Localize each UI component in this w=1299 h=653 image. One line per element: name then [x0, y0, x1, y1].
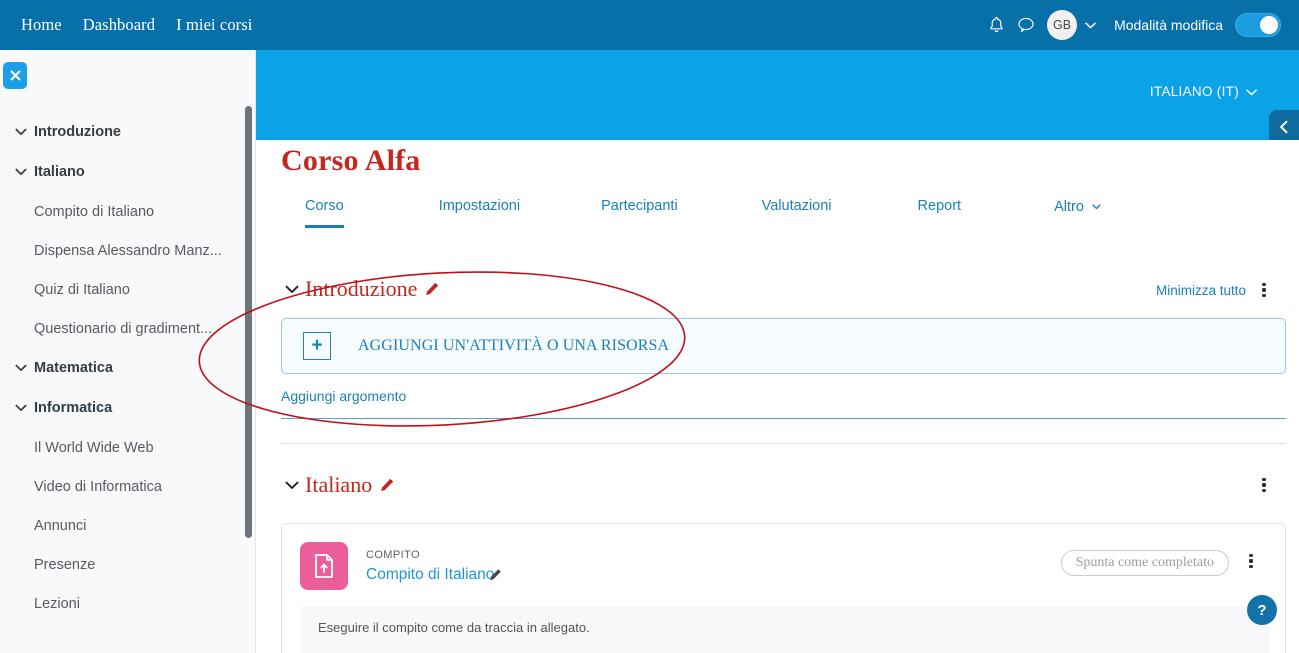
section-title-introduzione[interactable]: Introduzione [305, 276, 417, 302]
sidebar-scrollbar-thumb[interactable] [245, 106, 252, 538]
chevron-down-icon[interactable] [1085, 22, 1096, 29]
toggle-knob [1260, 16, 1278, 34]
close-icon[interactable] [3, 62, 27, 89]
mark-as-done-button[interactable]: Spunta come completato [1060, 550, 1229, 576]
kebab-dot [1249, 559, 1253, 563]
course-main-content: Corso Alfa Corso Impostazioni Partecipan… [256, 140, 1299, 653]
navbar-links: Home Dashboard I miei corsi [21, 15, 252, 35]
activity-type-label: COMPITO [366, 549, 420, 561]
tab-partecipanti[interactable]: Partecipanti [601, 198, 678, 228]
activity-description: Eseguire il compito come da traccia in a… [300, 606, 1269, 653]
language-label: ITALIANO (IT) [1149, 84, 1239, 99]
add-activity-label: AGGIUNGI UN'ATTIVITÀ O UNA RISORSA [358, 337, 670, 354]
course-banner: ITALIANO (IT) [256, 50, 1299, 148]
kebab-dot [1262, 282, 1266, 286]
sidebar-item-video-informatica[interactable]: Video di Informatica [0, 467, 255, 506]
tab-valutazioni[interactable]: Valutazioni [762, 198, 832, 228]
kebab-dot [1249, 553, 1253, 557]
add-topic-container: Aggiungi argomento [281, 388, 1286, 419]
tab-altro[interactable]: Altro [1054, 198, 1101, 229]
nav-link-my-courses[interactable]: I miei corsi [176, 15, 252, 35]
sidebar-section-label: Italiano [34, 164, 85, 180]
sidebar-section-label: Introduzione [34, 124, 121, 140]
sidebar-item-label: Compito di Italiano [34, 203, 155, 220]
activity-card-compito-di-italiano: COMPITO Compito di Italiano Spunta come … [281, 523, 1286, 653]
section-divider [281, 443, 1286, 444]
chevron-down-icon[interactable] [281, 481, 303, 490]
sidebar-item-lezioni[interactable]: Lezioni [0, 584, 255, 623]
course-tabs: Corso Impostazioni Partecipanti Valutazi… [281, 198, 1299, 240]
sidebar-item-annunci[interactable]: Annunci [0, 506, 255, 545]
kebab-dot [1262, 294, 1266, 298]
section-title-italiano[interactable]: Italiano [305, 472, 372, 498]
sidebar-item-dispensa-manzoni[interactable]: Dispensa Alessandro Manz... [0, 231, 255, 270]
sidebar-item-label: Lezioni [34, 595, 80, 612]
sidebar-section-matematica[interactable]: Matematica [0, 348, 255, 388]
activity-name-link[interactable]: Compito di Italiano [366, 566, 494, 584]
edit-mode-toggle[interactable] [1235, 13, 1281, 37]
nav-link-dashboard[interactable]: Dashboard [83, 15, 155, 35]
chevron-down-icon[interactable] [281, 285, 303, 294]
chevron-down-icon [1246, 84, 1257, 99]
kebab-dot [1262, 477, 1266, 481]
add-activity-or-resource-button[interactable]: + AGGIUNGI UN'ATTIVITÀ O UNA RISORSA [281, 318, 1286, 374]
minimize-all-link[interactable]: Minimizza tutto [1156, 283, 1246, 298]
sidebar-item-world-wide-web[interactable]: Il World Wide Web [0, 428, 255, 467]
chevron-down-icon [1092, 198, 1101, 214]
sidebar-item-presenze[interactable]: Presenze [0, 545, 255, 584]
chevron-down-icon [12, 128, 30, 136]
pencil-icon[interactable] [489, 568, 502, 586]
pencil-icon[interactable] [425, 282, 439, 296]
edit-mode-label: Modalità modifica [1114, 17, 1223, 33]
assignment-icon [300, 542, 348, 590]
tab-impostazioni[interactable]: Impostazioni [439, 198, 520, 228]
kebab-dot [1262, 288, 1266, 292]
bell-icon[interactable] [981, 10, 1011, 40]
section-header-italiano: Italiano [281, 472, 394, 498]
course-index-sidebar: Introduzione Italiano Compito di Italian… [0, 50, 256, 653]
sidebar-item-quiz-di-italiano[interactable]: Quiz di Italiano [0, 270, 255, 309]
language-selector[interactable]: ITALIANO (IT) [1150, 84, 1257, 99]
help-button[interactable]: ? [1247, 595, 1277, 625]
kebab-dot [1249, 565, 1253, 569]
chevron-left-icon [1278, 120, 1290, 139]
top-navbar: Home Dashboard I miei corsi GB Modalità … [0, 0, 1299, 50]
kebab-dot [1262, 489, 1266, 493]
avatar[interactable]: GB [1047, 10, 1078, 40]
sidebar-section-italiano[interactable]: Italiano [0, 152, 255, 192]
sidebar-item-questionario-gradimento[interactable]: Questionario di gradiment... [0, 309, 255, 348]
sidebar-section-introduzione[interactable]: Introduzione [0, 112, 255, 152]
sidebar-item-label: Annunci [34, 517, 87, 534]
sidebar-section-label: Matematica [34, 360, 113, 376]
tab-corso[interactable]: Corso [305, 198, 344, 228]
tab-report[interactable]: Report [918, 198, 962, 228]
chevron-down-icon [12, 404, 30, 412]
section-header-introduzione: Introduzione [281, 276, 439, 302]
kebab-dot [1262, 483, 1266, 487]
chevron-down-icon [12, 168, 30, 176]
tab-altro-label: Altro [1054, 199, 1084, 215]
section-menu-introduzione[interactable] [1254, 279, 1274, 301]
sidebar-item-label: Dispensa Alessandro Manz... [34, 242, 222, 259]
sidebar-item-label: Questionario di gradiment... [34, 320, 213, 337]
sidebar-section-informatica[interactable]: Informatica [0, 388, 255, 428]
sidebar-section-label: Informatica [34, 400, 113, 416]
pencil-icon[interactable] [380, 478, 394, 492]
section-menu-italiano[interactable] [1254, 474, 1274, 496]
sidebar-item-label: Video di Informatica [34, 478, 162, 495]
add-topic-link[interactable]: Aggiungi argomento [281, 388, 406, 404]
nav-link-home[interactable]: Home [21, 15, 62, 35]
sidebar-item-compito-di-italiano[interactable]: Compito di Italiano [0, 192, 255, 231]
sidebar-item-label: Il World Wide Web [34, 439, 154, 456]
sidebar-nav: Introduzione Italiano Compito di Italian… [0, 112, 255, 623]
plus-icon: + [303, 332, 331, 360]
chat-bubble-icon[interactable] [1011, 10, 1041, 40]
sidebar-item-label: Presenze [34, 556, 96, 573]
sidebar-item-label: Quiz di Italiano [34, 281, 130, 298]
navbar-actions: GB Modalità modifica [981, 10, 1281, 40]
chevron-down-icon [12, 364, 30, 372]
activity-menu[interactable] [1241, 548, 1261, 574]
page-title: Corso Alfa [281, 144, 421, 177]
